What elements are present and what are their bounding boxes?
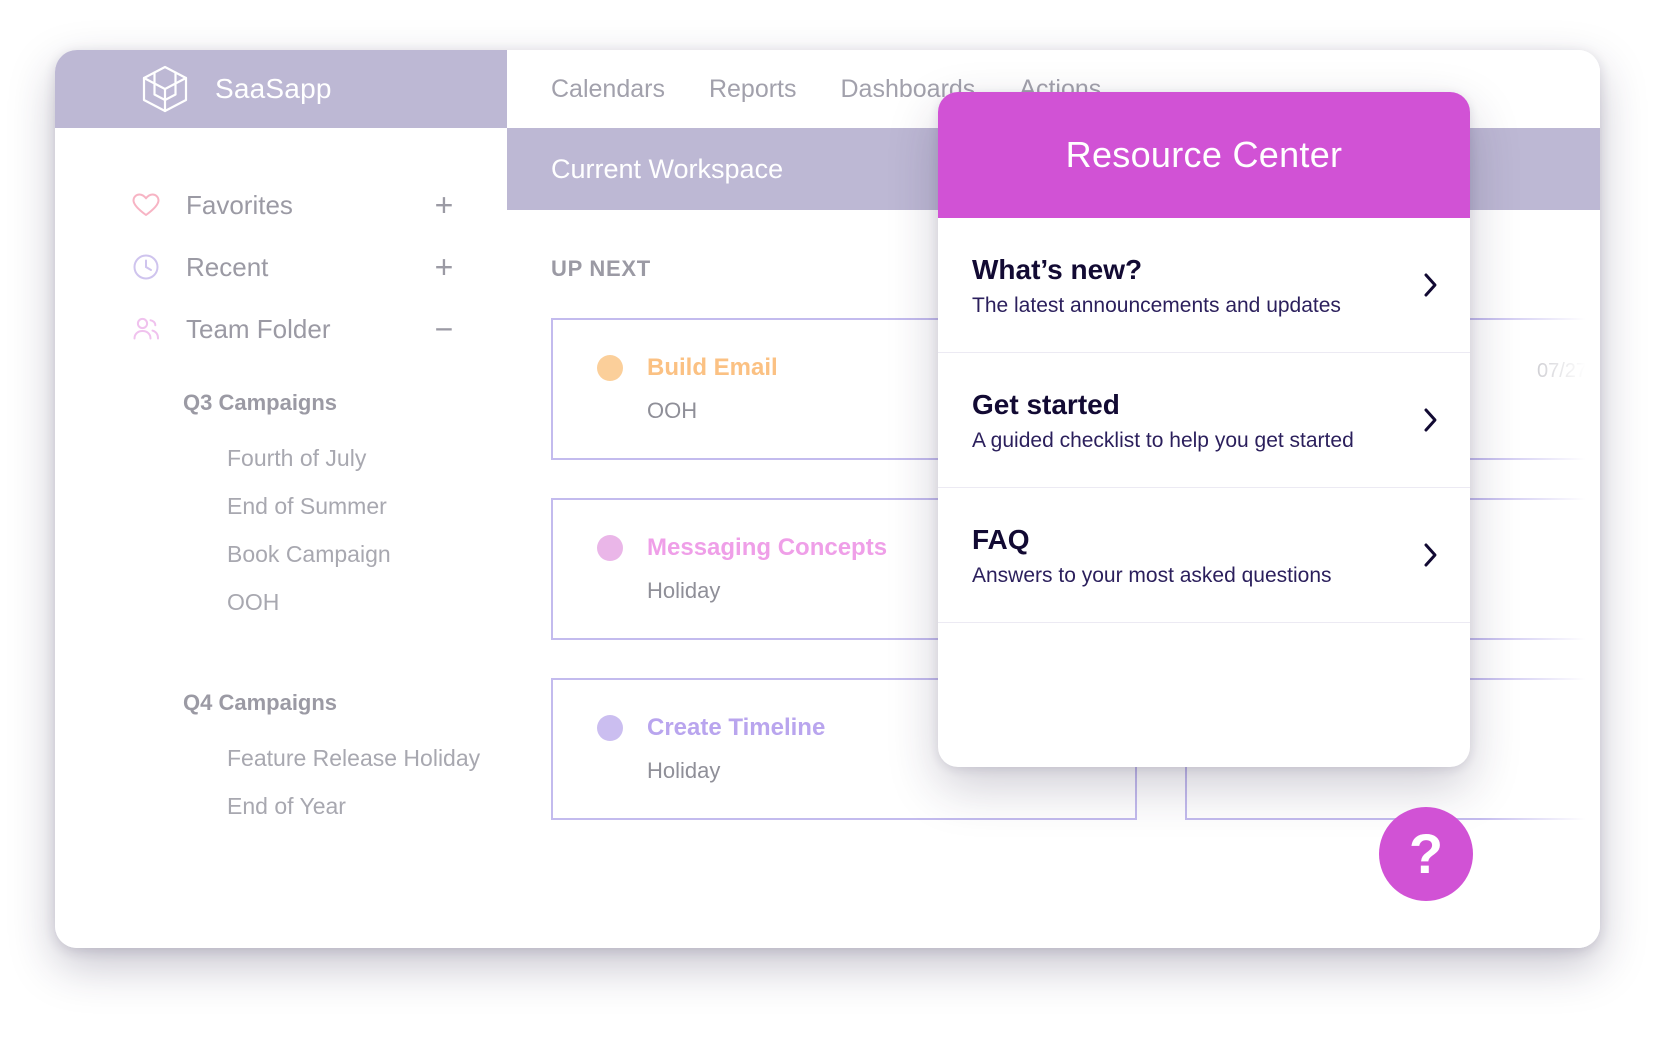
list-item[interactable]: End of Summer xyxy=(55,482,507,530)
cube-icon xyxy=(139,63,191,115)
sidebar-item-favorites[interactable]: Favorites + xyxy=(55,174,507,236)
item-title: FAQ xyxy=(972,524,1030,555)
chevron-right-icon xyxy=(1422,540,1440,570)
status-dot xyxy=(597,715,623,741)
resource-center-item-faq[interactable]: FAQ Answers to your most asked questions xyxy=(938,488,1470,623)
sidebar-item-label: Favorites xyxy=(186,189,293,220)
chevron-right-icon xyxy=(1422,405,1440,435)
tab-reports[interactable]: Reports xyxy=(709,75,797,104)
workspace-label: Current Workspace xyxy=(551,153,784,184)
screenshot-stage: SaaSapp Favorites + Recent + Team Folder… xyxy=(0,0,1655,1060)
list-item[interactable]: OOH xyxy=(55,578,507,626)
item-title: What’s new? xyxy=(972,254,1143,285)
list-item[interactable]: Fourth of July xyxy=(55,434,507,482)
sidebar-item-team-folder[interactable]: Team Folder − xyxy=(55,298,507,360)
brand-name: SaaSapp xyxy=(215,73,332,104)
sidebar: SaaSapp Favorites + Recent + Team Folder… xyxy=(55,50,507,948)
resource-center-title: Resource Center xyxy=(1065,134,1343,175)
sidebar-nav: Favorites + Recent + Team Folder − Q3 Ca… xyxy=(55,128,507,830)
sidebar-item-label: Recent xyxy=(186,251,269,282)
task-title: Create Timeline xyxy=(647,714,826,741)
help-button[interactable]: ? xyxy=(1379,807,1473,901)
resource-center-item-whats-new[interactable]: What’s new? The latest announcements and… xyxy=(938,218,1470,353)
sidebar-group-title: Q3 Campaigns xyxy=(183,390,338,415)
resource-center-item-get-started[interactable]: Get started A guided checklist to help y… xyxy=(938,353,1470,488)
sidebar-add-favorites-button[interactable]: + xyxy=(431,189,457,221)
item-description: A guided checklist to help you get start… xyxy=(972,429,1354,452)
sidebar-item-recent[interactable]: Recent + xyxy=(55,236,507,298)
sidebar-group-q4: Q4 Campaigns Feature Release Holiday End… xyxy=(55,660,507,830)
brand-bar: SaaSapp xyxy=(55,50,507,128)
resource-center-panel: Resource Center What’s new? The latest a… xyxy=(938,92,1470,767)
clock-icon xyxy=(131,252,161,282)
sidebar-group-list: Fourth of July End of Summer Book Campai… xyxy=(55,416,507,626)
resource-center-list: What’s new? The latest announcements and… xyxy=(938,218,1470,623)
task-date: 07/27 xyxy=(1537,360,1588,382)
task-title: Messaging Concepts xyxy=(647,534,888,561)
status-dot xyxy=(597,535,623,561)
task-title: Build Email xyxy=(647,354,778,381)
item-description: The latest announcements and updates xyxy=(972,294,1341,317)
resource-center-header: Resource Center xyxy=(938,92,1470,218)
item-description: Answers to your most asked questions xyxy=(972,564,1332,587)
sidebar-collapse-team-folder-button[interactable]: − xyxy=(431,313,457,345)
people-icon xyxy=(131,314,161,344)
list-item[interactable]: Feature Release Holiday xyxy=(55,734,507,782)
sidebar-group-title: Q4 Campaigns xyxy=(183,690,338,715)
sidebar-item-label: Team Folder xyxy=(186,313,331,344)
sidebar-add-recent-button[interactable]: + xyxy=(431,251,457,283)
sidebar-group-list: Feature Release Holiday End of Year xyxy=(55,716,507,830)
status-dot xyxy=(597,355,623,381)
sidebar-group-q3: Q3 Campaigns Fourth of July End of Summe… xyxy=(55,360,507,626)
item-title: Get started xyxy=(972,389,1120,420)
list-item[interactable]: Book Campaign xyxy=(55,530,507,578)
list-item[interactable]: End of Year xyxy=(55,782,507,830)
chevron-right-icon xyxy=(1422,270,1440,300)
question-mark-icon: ? xyxy=(1408,822,1444,885)
tab-calendars[interactable]: Calendars xyxy=(551,75,665,104)
heart-icon xyxy=(131,190,161,220)
